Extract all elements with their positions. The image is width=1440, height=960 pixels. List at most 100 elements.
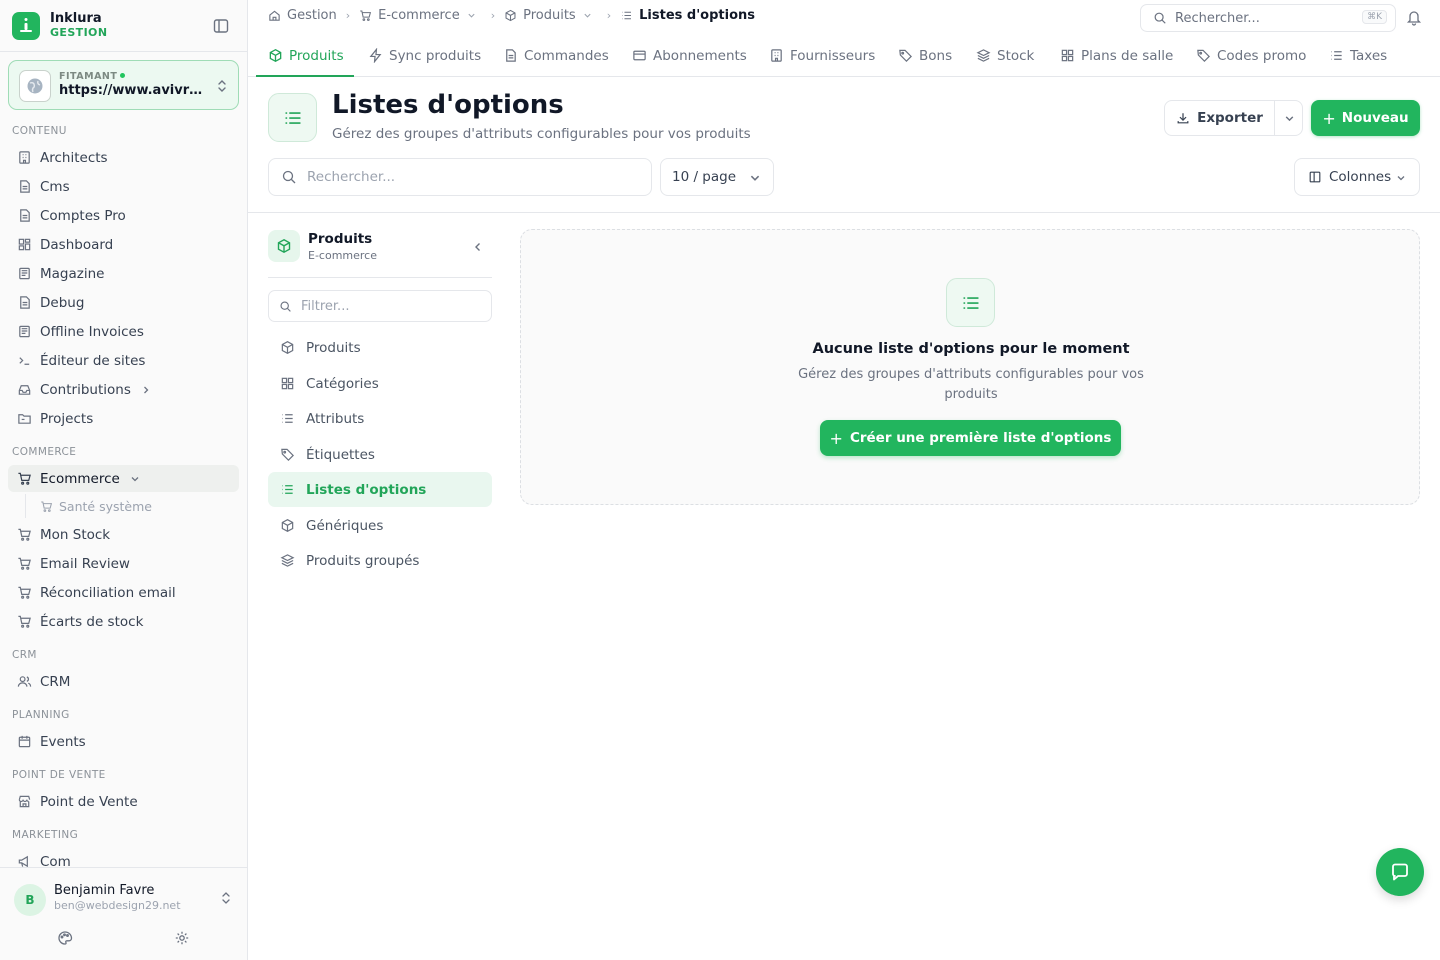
topbar: Gestion › E-commerce › Produits › Listes… xyxy=(248,0,1440,34)
global-search[interactable]: Rechercher... ⌘K xyxy=(1140,4,1396,32)
divider xyxy=(248,212,1440,213)
tab-commandes[interactable]: Commandes xyxy=(503,34,609,77)
package-icon xyxy=(281,518,294,533)
tab-codes-promo[interactable]: Codes promo xyxy=(1196,34,1306,77)
subnav-item-categories[interactable]: Catégories xyxy=(268,366,492,401)
subnav-item-listes-d-options[interactable]: Listes d'options xyxy=(268,472,492,507)
columns-button[interactable]: Colonnes xyxy=(1294,158,1420,196)
subnav-filter-placeholder: Filtrer... xyxy=(301,298,350,314)
subnav-subtitle: E-commerce xyxy=(308,249,377,262)
sidebar-subitem-sante-systeme[interactable]: Santé système xyxy=(40,495,230,517)
settings-gear-icon[interactable] xyxy=(174,930,190,946)
list-search-input[interactable]: Rechercher... xyxy=(268,158,652,196)
palette-icon[interactable] xyxy=(57,930,73,946)
sidebar-item-projects[interactable]: Projects xyxy=(8,405,239,432)
file-text-icon xyxy=(20,180,30,193)
brand[interactable]: Inklura GESTION xyxy=(12,10,107,42)
export-label: Exporter xyxy=(1197,110,1263,126)
brand-name: Inklura xyxy=(50,11,102,26)
tab-stock[interactable]: Stock xyxy=(976,34,1034,77)
sidebar-item-comptes-pro[interactable]: Comptes Pro xyxy=(8,202,239,229)
bell-icon[interactable] xyxy=(1406,9,1422,26)
tab-bons[interactable]: Bons xyxy=(898,34,952,77)
credit-card-icon xyxy=(633,50,646,61)
create-first-label: Créer une première liste d'options xyxy=(849,430,1112,446)
sidebar-item-debug[interactable]: Debug xyxy=(8,289,239,316)
sidebar-item-crm[interactable]: CRM xyxy=(8,668,239,695)
breadcrumb-home[interactable]: Gestion xyxy=(268,8,337,23)
global-search-placeholder: Rechercher... xyxy=(1175,10,1260,26)
active-tab-indicator xyxy=(256,75,354,77)
sidebar-item-email-review[interactable]: Email Review xyxy=(8,550,239,577)
status-dot xyxy=(120,73,126,78)
tab-produits[interactable]: Produits xyxy=(268,34,344,77)
columns-label: Colonnes xyxy=(1329,169,1392,185)
sidebar-item-label: Cms xyxy=(40,178,70,195)
cart-icon xyxy=(18,528,31,541)
list-icon xyxy=(622,11,632,20)
sidebar-item-magazine[interactable]: Magazine xyxy=(8,260,239,287)
user-name: Benjamin Favre xyxy=(54,883,155,898)
sidebar-item-label: Architects xyxy=(40,149,108,166)
tab-fournisseurs[interactable]: Fournisseurs xyxy=(769,34,875,77)
sidebar-item-label: Contributions xyxy=(40,381,131,398)
create-first-option-list-button[interactable]: + Créer une première liste d'options xyxy=(820,420,1121,456)
chevron-down-icon xyxy=(1397,176,1405,181)
sidebar-item-cms[interactable]: Cms xyxy=(8,173,239,200)
tab-sync-produits[interactable]: Sync produits xyxy=(368,34,481,77)
user-menu[interactable]: B Benjamin Favre ben@webdesign29.net xyxy=(8,876,239,920)
sidebar-item-ecarts-de-stock[interactable]: Écarts de stock xyxy=(8,608,239,635)
subnav-item-attributs[interactable]: Attributs xyxy=(268,401,492,436)
package-icon xyxy=(281,340,294,355)
breadcrumb-label: E-commerce xyxy=(378,8,460,23)
chevron-left-icon[interactable] xyxy=(471,240,485,254)
subnav-item-label: Attributs xyxy=(306,410,365,427)
sidebar-item-point-de-vente[interactable]: Point de Vente xyxy=(8,788,239,815)
breadcrumb-label: Gestion xyxy=(287,8,337,23)
subnav-item-generiques[interactable]: Génériques xyxy=(268,508,492,543)
breadcrumb-current: Listes d'options xyxy=(620,8,755,23)
breadcrumb-produits[interactable]: Produits xyxy=(504,8,598,23)
sidebar-toggle-icon[interactable] xyxy=(212,17,230,35)
page-size-select[interactable]: 10 / page xyxy=(660,158,774,196)
tab-abonnements[interactable]: Abonnements xyxy=(632,34,747,77)
search-icon xyxy=(1154,12,1166,24)
sidebar-item-reconciliation-email[interactable]: Réconciliation email xyxy=(8,579,239,606)
columns-icon xyxy=(1309,171,1321,183)
sidebar-item-ecommerce[interactable]: Ecommerce xyxy=(8,465,239,492)
breadcrumb: Gestion › E-commerce › Produits › Listes… xyxy=(268,8,755,23)
chat-button[interactable] xyxy=(1376,848,1424,896)
package-icon xyxy=(268,230,300,262)
sidebar-item-offline-invoices[interactable]: Offline Invoices xyxy=(8,318,239,345)
tab-taxes[interactable]: Taxes xyxy=(1329,34,1387,77)
subnav-item-etiquettes[interactable]: Étiquettes xyxy=(268,437,492,472)
sidebar-item-editeur-de-sites[interactable]: Éditeur de sites xyxy=(8,347,239,374)
export-button[interactable]: Exporter xyxy=(1165,101,1275,135)
cart-icon xyxy=(18,586,31,599)
site-switcher[interactable]: FITAMANT https://www.avivre-fitamant.fr xyxy=(8,60,239,110)
new-button[interactable]: + Nouveau xyxy=(1311,100,1420,136)
sidebar-item-com[interactable]: Com xyxy=(8,848,239,867)
export-options-button[interactable] xyxy=(1275,101,1303,135)
sidebar-item-events[interactable]: Events xyxy=(8,728,239,755)
breadcrumb-ecommerce[interactable]: E-commerce xyxy=(359,8,482,23)
sidebar-item-dashboard[interactable]: Dashboard xyxy=(8,231,239,258)
sidebar-item-label: Debug xyxy=(40,294,85,311)
section-label-marketing: MARKETING xyxy=(12,829,79,841)
cart-icon xyxy=(360,10,372,21)
subnav-filter-input[interactable]: Filtrer... xyxy=(268,290,492,322)
sidebar-item-contributions[interactable]: Contributions xyxy=(8,376,239,403)
sidebar-subitem-label: Santé système xyxy=(59,498,152,514)
sidebar-item-architects[interactable]: Architects xyxy=(8,144,239,171)
message-icon xyxy=(1392,863,1408,881)
brand-subtitle: GESTION xyxy=(50,26,108,39)
tab-label: Bons xyxy=(919,47,953,64)
tab-plans-de-salle[interactable]: Plans de salle xyxy=(1060,34,1173,77)
subnav-item-produits-groupes[interactable]: Produits groupés xyxy=(268,543,492,578)
page-title: Listes d'options xyxy=(332,90,564,120)
section-label-commerce: COMMERCE xyxy=(12,446,77,458)
newspaper-icon xyxy=(19,267,30,280)
sidebar-item-label: Écarts de stock xyxy=(40,613,144,630)
sidebar-item-mon-stock[interactable]: Mon Stock xyxy=(8,521,239,548)
subnav-item-produits[interactable]: Produits xyxy=(268,330,492,365)
